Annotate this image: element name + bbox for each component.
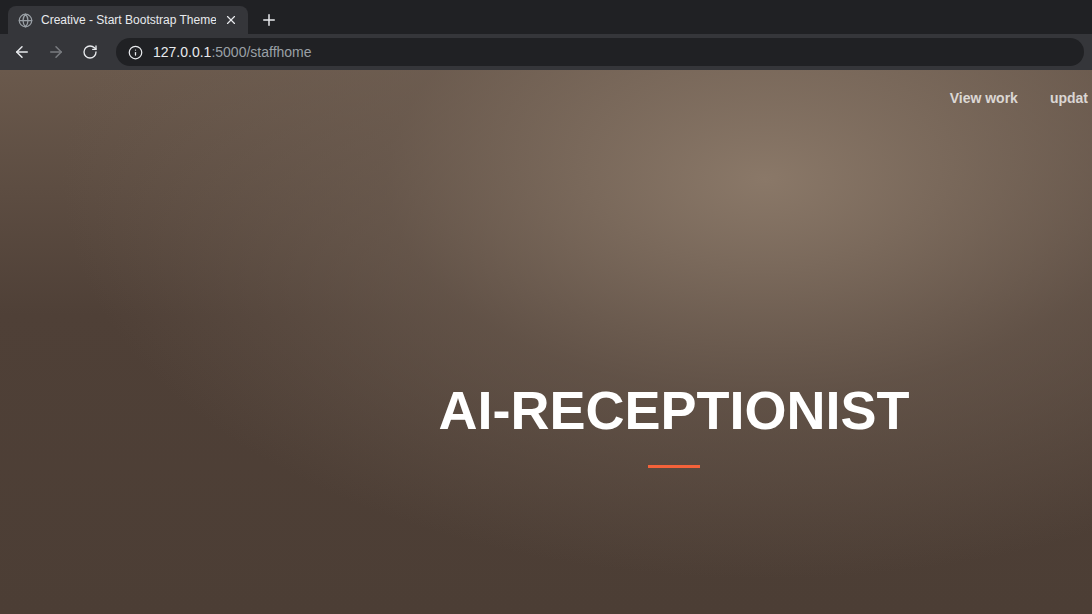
back-button[interactable] <box>8 38 36 66</box>
hero-background: View work updat AI-RECEPTIONIST <box>0 70 1092 614</box>
browser-tab[interactable]: Creative - Start Bootstrap Theme <box>8 6 248 34</box>
tab-bar: Creative - Start Bootstrap Theme <box>0 0 1092 34</box>
new-tab-button[interactable] <box>260 11 278 29</box>
url: 127.0.0.1:5000/staffhome <box>153 44 312 60</box>
hero-title: AI-RECEPTIONIST <box>438 378 909 443</box>
globe-icon <box>18 13 33 28</box>
browser-window: Creative - Start Bootstrap Theme 127.0.0.… <box>0 0 1092 614</box>
hero: AI-RECEPTIONIST <box>0 106 1092 468</box>
site-nav: View work updat <box>0 70 1092 106</box>
nav-link[interactable]: View work <box>950 90 1018 106</box>
close-icon[interactable] <box>224 13 238 27</box>
plus-icon <box>260 11 278 29</box>
reload-button[interactable] <box>76 38 104 66</box>
url-path: :5000/staffhome <box>211 44 311 60</box>
hero-divider <box>648 465 700 468</box>
url-host: 127.0.0.1 <box>153 44 211 60</box>
nav-link[interactable]: updat <box>1050 90 1088 106</box>
tab-title: Creative - Start Bootstrap Theme <box>41 13 216 27</box>
arrow-left-icon <box>13 43 31 61</box>
address-bar[interactable]: 127.0.0.1:5000/staffhome <box>116 38 1084 66</box>
toolbar: 127.0.0.1:5000/staffhome <box>0 34 1092 70</box>
forward-button[interactable] <box>42 38 70 66</box>
info-icon[interactable] <box>128 45 143 60</box>
reload-icon <box>82 44 98 60</box>
arrow-right-icon <box>47 43 65 61</box>
